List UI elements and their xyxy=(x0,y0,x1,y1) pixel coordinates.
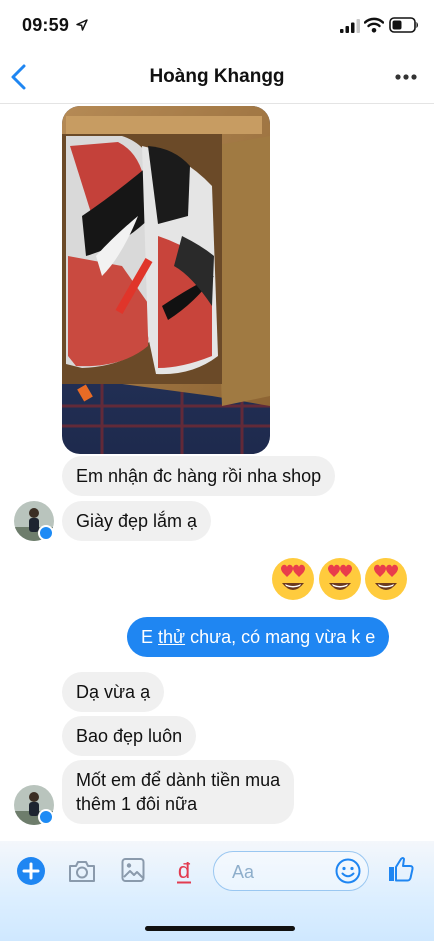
message-bubble-incoming[interactable]: Giày đẹp lắm ạ xyxy=(62,501,212,541)
conversation-header: Hoàng Khangg xyxy=(0,50,434,104)
heart-eyes-emoji[interactable] xyxy=(364,557,408,601)
plus-icon[interactable] xyxy=(17,857,45,885)
thumbs-up-icon[interactable] xyxy=(387,855,415,883)
status-bar: 09:59 xyxy=(0,0,434,50)
location-arrow-icon xyxy=(76,19,88,31)
shoe-box-image xyxy=(62,106,270,454)
message-line: Mốt em để dành tiền mua xyxy=(76,770,281,790)
message-text: chưa, có mang vừa k e xyxy=(185,627,376,647)
message-line: thêm 1 đôi nữa xyxy=(76,794,198,814)
message-bubble-incoming[interactable]: Mốt em để dành tiền mua thêm 1 đôi nữa xyxy=(62,760,295,824)
home-indicator[interactable] xyxy=(145,926,295,931)
more-dots-icon[interactable] xyxy=(394,68,418,86)
heart-eyes-emoji[interactable] xyxy=(318,557,362,601)
wifi-icon xyxy=(364,17,384,33)
message-text: E xyxy=(141,627,159,647)
message-bubble-incoming[interactable]: Bao đẹp luôn xyxy=(62,716,197,756)
svg-text:đ: đ xyxy=(178,858,191,883)
heart-eyes-emoji[interactable] xyxy=(271,557,315,601)
battery-icon xyxy=(389,17,418,33)
camera-icon[interactable] xyxy=(68,859,96,883)
message-bubble-incoming[interactable]: Em nhận đc hàng rồi nha shop xyxy=(62,456,336,496)
dong-currency-icon[interactable]: đ xyxy=(174,857,194,885)
message-text-underlined: thử xyxy=(158,627,186,647)
image-icon[interactable] xyxy=(121,857,145,883)
contact-name[interactable]: Hoàng Khangg xyxy=(0,66,434,88)
emoji-icon[interactable] xyxy=(335,858,361,884)
message-bubble-incoming[interactable]: Dạ vừa ạ xyxy=(62,672,165,712)
messenger-badge-icon xyxy=(38,525,54,541)
message-bubble-outgoing[interactable]: E thử chưa, có mang vừa k e xyxy=(127,617,390,657)
shoe-photo-message[interactable] xyxy=(62,106,270,454)
message-input-placeholder: Aa xyxy=(232,862,255,882)
messenger-badge-icon xyxy=(38,809,54,825)
status-time: 09:59 xyxy=(22,15,70,35)
signal-icon xyxy=(340,19,360,33)
